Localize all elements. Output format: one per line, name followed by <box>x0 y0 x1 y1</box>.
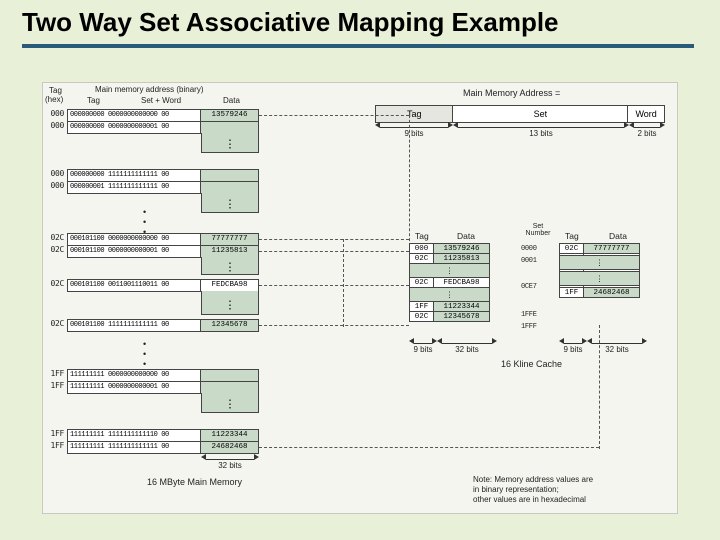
title-rule <box>22 44 694 48</box>
mem-bits-7: 000101100 1111111111111 00 <box>67 319 201 332</box>
mem-hex-5: 02C <box>45 245 67 258</box>
dim-cacheB-tag: 9 bits <box>559 345 587 354</box>
cacheB-tag-hdr: Tag <box>565 231 579 241</box>
mem-data-7: 12345678 <box>201 319 259 332</box>
mem-bits-11: 111111111 1111111111111 00 <box>67 441 201 454</box>
tag-hex-label: Tag <box>49 86 62 95</box>
mem-bits-9: 111111111 0000000000001 00 <box>67 381 201 394</box>
mem-gap-2 <box>201 193 259 213</box>
dash-6 <box>259 447 599 448</box>
mem-bits-6: 000101100 0011001110011 00 <box>67 279 201 292</box>
addr-word-cell: Word <box>628 106 664 122</box>
diagram-canvas: Tag (hex) Main memory address (binary) T… <box>42 82 678 514</box>
note-line-3: other values are in hexadecimal <box>473 495 586 504</box>
mem-hex-3: 000 <box>45 181 67 194</box>
vdots-left-2: ••• <box>143 339 146 369</box>
mem-bits-1: 000000000 0000000000001 00 <box>67 121 201 134</box>
dim-bottom-32: 32 bits <box>201 461 259 470</box>
note-line-2: in binary representation; <box>473 485 559 494</box>
slide-title: Two Way Set Associative Mapping Example <box>0 0 720 42</box>
setnum-2: 0CE7 <box>521 283 537 291</box>
mem-hex-6: 02C <box>45 279 67 292</box>
cacheA-tag-hdr: Tag <box>415 231 429 241</box>
mem-bits-5: 000101100 0000000000001 00 <box>67 245 201 258</box>
cacheA-data-hdr: Data <box>457 231 475 241</box>
main-mem-name: 16 MByte Main Memory <box>147 477 242 487</box>
setnum-0: 0000 <box>521 245 537 253</box>
tag-col-label: Tag <box>87 96 100 105</box>
mem-gap-4 <box>201 291 259 315</box>
set-number-label: Set Number <box>518 223 558 237</box>
cache-name: 16 Kline Cache <box>501 359 562 369</box>
dash-1 <box>259 115 409 116</box>
mem-hex-11: 1FF <box>45 441 67 454</box>
addr-tag-cell: Tag <box>376 106 453 122</box>
dim-addr-set: 13 bits <box>453 129 629 138</box>
tag-hex-label-2: (hex) <box>45 95 63 104</box>
dim-cacheA-tag: 9 bits <box>409 345 437 354</box>
setword-label: Set + Word <box>141 96 181 105</box>
dim-addr-word: 2 bits <box>629 129 665 138</box>
dim-cacheB-data: 32 bits <box>587 345 647 354</box>
mem-hex-1: 000 <box>45 121 67 134</box>
vdash-2 <box>343 239 344 327</box>
dim-cacheA-data: 32 bits <box>437 345 497 354</box>
dim-addr-tag: 9 bits <box>375 129 453 138</box>
dash-2 <box>259 239 409 240</box>
dash-5 <box>259 325 409 326</box>
note-line-1: Note: Memory address values are <box>473 475 593 484</box>
mem-gap-3 <box>201 257 259 275</box>
addr-set-cell: Set <box>453 106 628 122</box>
mem-bits-3: 000000001 1111111111111 00 <box>67 181 201 194</box>
mem-gap-5 <box>201 393 259 413</box>
cache-a-table: 00013579246 02C11235813 ⋮ 02CFEDCBA98 ⋮ … <box>409 243 490 322</box>
mem-hex-9: 1FF <box>45 381 67 394</box>
data-hdr-left: Data <box>223 96 240 105</box>
setnum-3: 1FFE <box>521 311 537 319</box>
cacheB-data-hdr: Data <box>609 231 627 241</box>
mem-data-11: 24682468 <box>201 441 259 454</box>
mem-hex-7: 02C <box>45 319 67 332</box>
address-field-bar: Tag Set Word <box>375 105 665 123</box>
cache-b-table: 02C77777777 ⋮ ⋮ 1FF24682468 <box>559 243 640 298</box>
dash-3 <box>259 251 409 252</box>
vdash-1 <box>409 115 410 251</box>
mem-gap-1 <box>201 133 259 153</box>
main-mem-addr-eq: Main Memory Address = <box>463 88 560 98</box>
setnum-4: 1FFF <box>521 323 537 331</box>
setnum-1: 0001 <box>521 257 537 265</box>
dash-4 <box>259 285 409 286</box>
mem-addr-binary-label: Main memory address (binary) <box>95 85 203 94</box>
